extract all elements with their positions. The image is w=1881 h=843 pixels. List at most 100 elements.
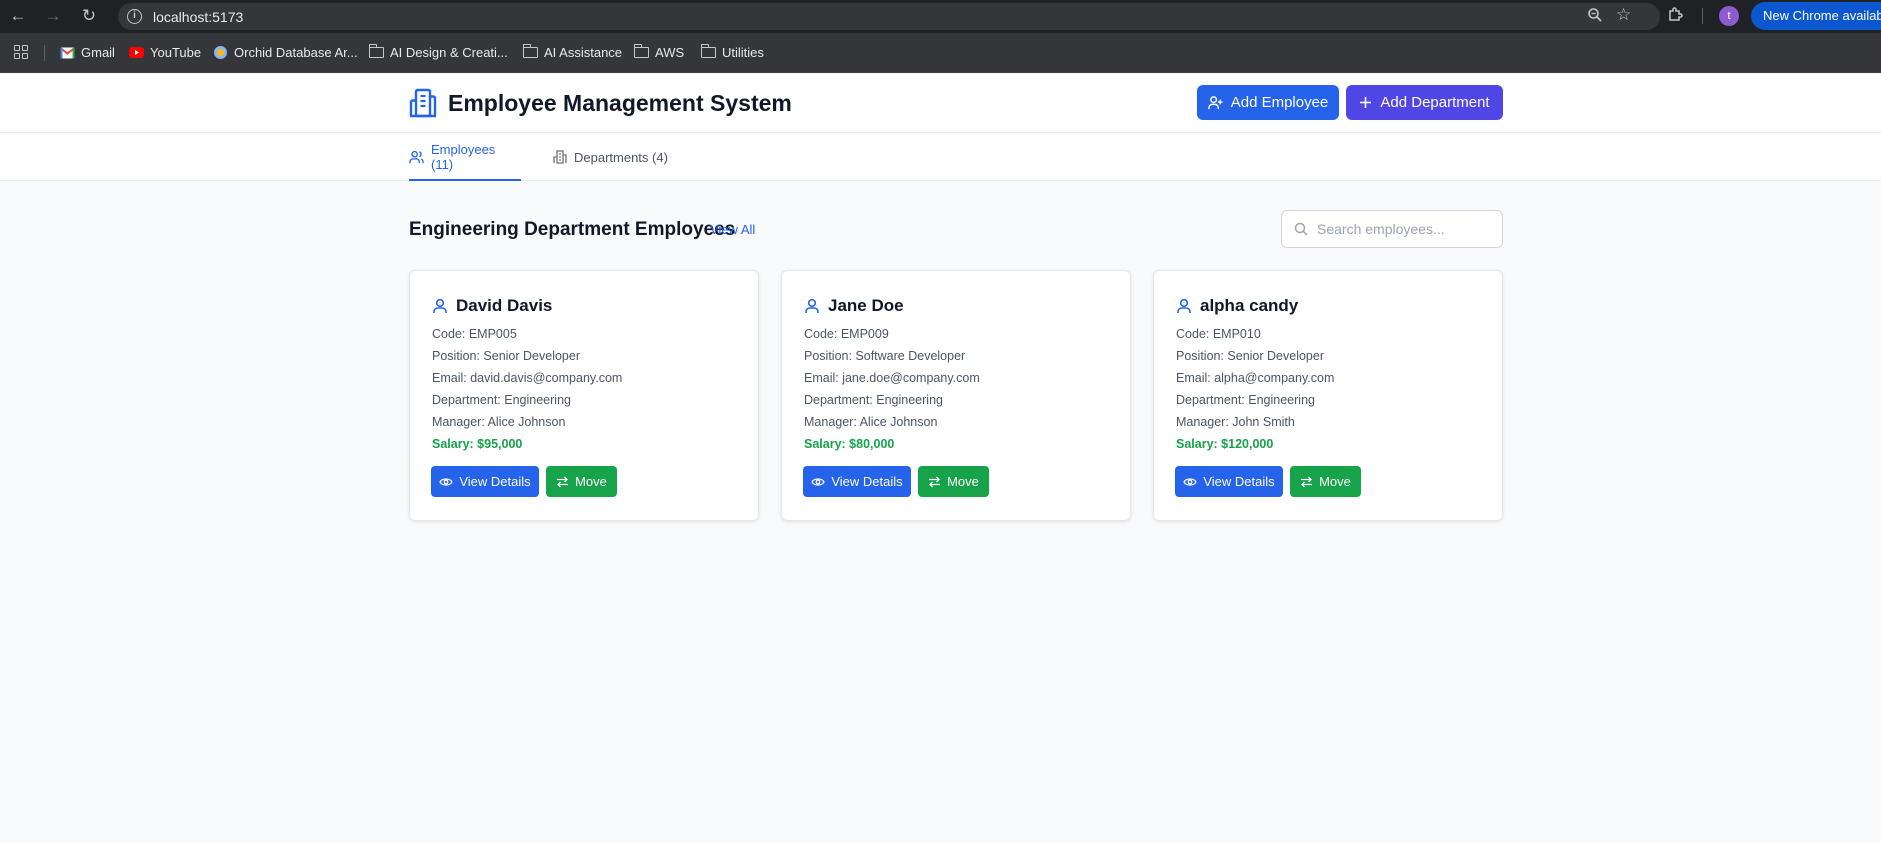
building-icon bbox=[553, 150, 567, 164]
employee-name-row: David Davis bbox=[432, 296, 552, 316]
page-title: Employee Management System bbox=[448, 90, 792, 116]
tab-departments[interactable]: Departments (4) bbox=[553, 134, 673, 180]
view-details-label: View Details bbox=[459, 474, 531, 489]
move-button[interactable]: Move bbox=[918, 466, 989, 497]
chrome-update-button[interactable]: New Chrome available bbox=[1751, 2, 1881, 30]
move-label: Move bbox=[1319, 474, 1351, 489]
search-input[interactable] bbox=[1317, 219, 1492, 239]
bookmark-ai-assistance[interactable]: AI Assistance bbox=[522, 44, 623, 60]
bookmark-ai-design[interactable]: AI Design & Creati... bbox=[368, 44, 508, 60]
view-details-label: View Details bbox=[831, 474, 903, 489]
user-icon bbox=[805, 298, 819, 313]
view-details-button[interactable]: View Details bbox=[1175, 466, 1283, 497]
eye-icon bbox=[811, 477, 826, 486]
user-icon bbox=[433, 298, 447, 313]
tab-bar: Employees (11) Departments (4) bbox=[0, 134, 1881, 181]
bookmark-label: Utilities bbox=[722, 45, 764, 60]
eye-icon bbox=[439, 477, 454, 486]
site-info-icon[interactable]: i bbox=[127, 9, 142, 24]
url-text: localhost:5173 bbox=[153, 9, 244, 25]
view-details-button[interactable]: View Details bbox=[803, 466, 911, 497]
employee-position: Position: Senior Developer bbox=[1176, 349, 1324, 363]
bookmark-label: Gmail bbox=[81, 45, 115, 60]
tab-label: Departments (4) bbox=[574, 149, 668, 165]
employee-email: Email: alpha@company.com bbox=[1176, 371, 1335, 385]
employee-code: Code: EMP009 bbox=[804, 327, 889, 341]
users-icon bbox=[409, 150, 424, 163]
browser-toolbar: ← → ↻ i localhost:5173 ☆ t New Chrome av… bbox=[0, 0, 1881, 33]
employee-salary: Salary: $120,000 bbox=[1176, 437, 1274, 451]
employee-position: Position: Software Developer bbox=[804, 349, 966, 363]
tab-label: Employees (11) bbox=[430, 141, 496, 172]
gmail-icon bbox=[60, 47, 75, 58]
bookmark-label: AI Assistance bbox=[544, 45, 623, 60]
bookmark-label: AI Design & Creati... bbox=[390, 45, 508, 60]
tab-employees[interactable]: Employees (11) bbox=[409, 134, 521, 181]
view-details-label: View Details bbox=[1203, 474, 1275, 489]
user-icon bbox=[1177, 298, 1191, 313]
employee-name: David Davis bbox=[456, 296, 553, 315]
reload-icon[interactable]: ↻ bbox=[77, 6, 101, 26]
bookmark-label: YouTube bbox=[150, 45, 202, 60]
employee-email: Email: david.davis@company.com bbox=[432, 371, 623, 385]
employee-card: David Davis Code: EMP005 Position: Senio… bbox=[409, 270, 759, 521]
view-all-link[interactable]: View All bbox=[710, 222, 755, 237]
address-bar[interactable]: i localhost:5173 ☆ bbox=[118, 3, 1660, 30]
employee-card: Jane Doe Code: EMP009 Position: Software… bbox=[781, 270, 1131, 521]
employee-code: Code: EMP005 bbox=[432, 327, 517, 341]
bookmark-gmail[interactable]: Gmail bbox=[60, 45, 115, 60]
employee-email: Email: jane.doe@company.com bbox=[804, 371, 980, 385]
employee-name-row: alpha candy bbox=[1176, 296, 1298, 316]
bookmark-label: Orchid Database Ar... bbox=[234, 45, 358, 60]
employee-name: alpha candy bbox=[1200, 296, 1299, 315]
folder-icon bbox=[368, 44, 384, 58]
move-label: Move bbox=[575, 474, 607, 489]
section-title: Engineering Department Employees bbox=[409, 219, 736, 240]
employee-department: Department: Engineering bbox=[1176, 393, 1315, 407]
globe-icon bbox=[214, 46, 227, 59]
move-label: Move bbox=[947, 474, 979, 489]
bookmark-separator bbox=[44, 45, 45, 61]
apps-grid-icon[interactable] bbox=[14, 45, 28, 59]
add-employee-label: Add Employee bbox=[1230, 94, 1329, 111]
zoom-icon[interactable] bbox=[1587, 7, 1603, 28]
bookmark-orchid-database[interactable]: Orchid Database Ar... bbox=[213, 45, 358, 60]
employee-manager: Manager: John Smith bbox=[1176, 415, 1295, 429]
folder-icon bbox=[522, 44, 538, 58]
move-button[interactable]: Move bbox=[546, 466, 617, 497]
employee-manager: Manager: Alice Johnson bbox=[432, 415, 566, 429]
folder-icon bbox=[633, 44, 649, 58]
bookmark-utilities[interactable]: Utilities bbox=[700, 44, 764, 60]
employee-name: Jane Doe bbox=[828, 296, 904, 315]
user-plus-icon bbox=[1207, 96, 1223, 110]
back-icon[interactable]: ← bbox=[6, 6, 30, 26]
add-department-button[interactable]: Add Department bbox=[1346, 85, 1503, 120]
bookmark-label: AWS bbox=[655, 45, 685, 60]
forward-icon[interactable]: → bbox=[41, 6, 65, 26]
employee-position: Position: Senior Developer bbox=[432, 349, 580, 363]
add-employee-button[interactable]: Add Employee bbox=[1197, 85, 1339, 120]
eye-icon bbox=[1183, 477, 1198, 486]
employee-manager: Manager: Alice Johnson bbox=[804, 415, 938, 429]
youtube-icon bbox=[129, 47, 144, 58]
search-box bbox=[1281, 210, 1503, 248]
building-icon bbox=[409, 88, 437, 118]
arrows-swap-icon bbox=[557, 476, 569, 487]
arrows-swap-icon bbox=[1301, 476, 1313, 487]
add-department-label: Add Department bbox=[1380, 94, 1490, 111]
bookmark-youtube[interactable]: YouTube bbox=[129, 45, 201, 60]
profile-avatar[interactable]: t bbox=[1719, 6, 1739, 26]
arrows-swap-icon bbox=[929, 476, 941, 487]
employee-card: alpha candy Code: EMP010 Position: Senio… bbox=[1153, 270, 1503, 521]
bookmark-aws[interactable]: AWS bbox=[633, 44, 685, 60]
app-header: Employee Management System Add Employee … bbox=[0, 74, 1881, 133]
view-details-button[interactable]: View Details bbox=[431, 466, 539, 497]
extensions-icon[interactable] bbox=[1667, 6, 1684, 28]
employee-department: Department: Engineering bbox=[432, 393, 571, 407]
employee-code: Code: EMP010 bbox=[1176, 327, 1261, 341]
toolbar-separator bbox=[1702, 8, 1703, 24]
plus-icon bbox=[1360, 97, 1372, 108]
move-button[interactable]: Move bbox=[1290, 466, 1361, 497]
employee-salary: Salary: $95,000 bbox=[432, 437, 523, 451]
bookmark-star-icon[interactable]: ☆ bbox=[1616, 5, 1631, 25]
